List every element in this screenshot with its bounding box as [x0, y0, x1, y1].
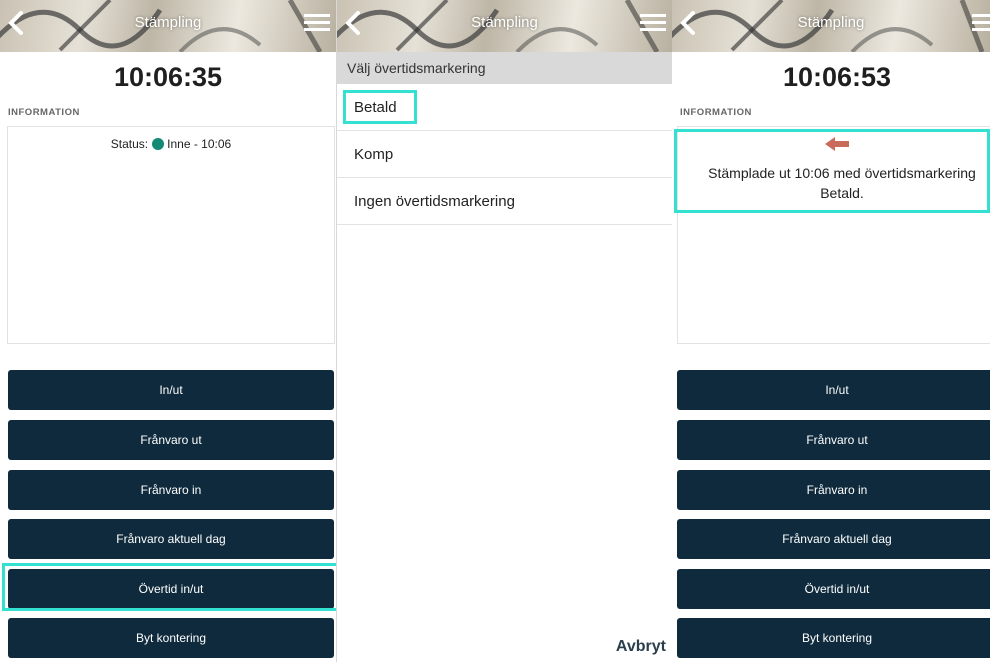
hamburger-menu-icon[interactable]	[640, 12, 666, 34]
clock-display: 10:06:53	[782, 62, 892, 92]
overtime-list-title: Välj övertidsmarkering	[337, 52, 672, 84]
cancel-button[interactable]: Avbryt	[616, 638, 666, 656]
highlight-paid-option	[343, 90, 417, 124]
absence-out-button[interactable]: Frånvaro ut	[677, 420, 990, 460]
header-title: Stämpling	[134, 14, 202, 31]
app-header: Stämpling	[337, 0, 672, 52]
hamburger-menu-icon[interactable]	[972, 12, 990, 34]
change-account-button[interactable]: Byt kontering	[677, 618, 990, 658]
screen-overtime-selection: Stämpling Välj övertidsmarkering Betald …	[336, 0, 672, 662]
absence-current-day-button[interactable]: Frånvaro aktuell dag	[677, 519, 990, 559]
information-label: INFORMATION	[8, 107, 80, 118]
status-line: Status: Inne - 10:06	[8, 137, 334, 151]
information-label: INFORMATION	[680, 107, 752, 118]
absence-out-button[interactable]: Frånvaro ut	[8, 420, 334, 460]
screen-stampling-2: Stämpling 10:06:53 INFORMATION Stämplade…	[672, 0, 990, 662]
in-out-button[interactable]: In/ut	[677, 370, 990, 410]
header-title: Stämpling	[797, 14, 865, 31]
option-no-overtime[interactable]: Ingen övertidsmarkering	[337, 178, 672, 225]
clock-display: 10:06:35	[113, 62, 223, 92]
app-header: Stämpling	[672, 0, 990, 52]
status-value: Inne - 10:06	[167, 137, 232, 151]
hamburger-menu-icon[interactable]	[304, 12, 330, 34]
absence-in-button[interactable]: Frånvaro in	[8, 470, 334, 510]
highlight-overtime-button	[2, 563, 336, 611]
absence-current-day-button[interactable]: Frånvaro aktuell dag	[8, 519, 334, 559]
option-comp[interactable]: Komp	[337, 131, 672, 178]
information-box: Status: Inne - 10:06	[7, 126, 335, 344]
highlight-message	[674, 129, 990, 213]
in-out-button[interactable]: In/ut	[8, 370, 334, 410]
absence-in-button[interactable]: Frånvaro in	[677, 470, 990, 510]
overtime-in-out-button[interactable]: Övertid in/ut	[677, 569, 990, 609]
status-label: Status:	[110, 137, 149, 151]
status-dot-icon	[152, 138, 165, 150]
header-title: Stämpling	[471, 14, 538, 31]
screen-stampling-1: Stämpling 10:06:35 INFORMATION Status: In…	[0, 0, 336, 662]
change-account-button[interactable]: Byt kontering	[8, 618, 334, 658]
app-header: Stämpling	[0, 0, 336, 52]
